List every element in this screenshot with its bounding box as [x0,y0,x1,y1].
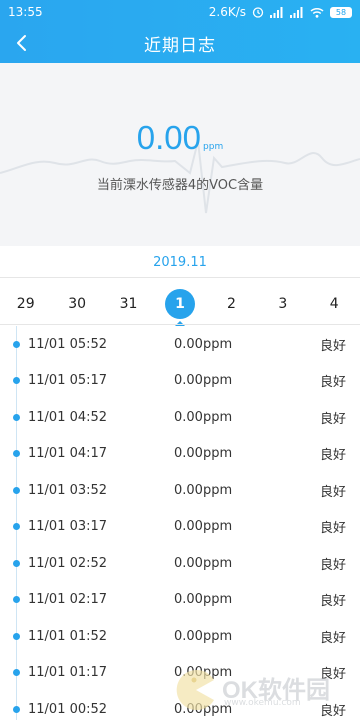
log-time: 11/01 00:52 [28,701,108,717]
date-cell[interactable]: 3 [257,284,308,324]
signal-icon [290,6,304,18]
list-item: 11/01 04:52 0.00ppm 良好 [0,399,360,436]
network-speed: 2.6K/s [208,5,246,19]
log-status: 良好 [319,557,346,573]
title-bar: 近期日志 [0,24,360,63]
date-label: 31 [119,296,138,312]
app-header: 13:55 2.6K/s 58 近期日志 [0,0,360,63]
battery-level: 58 [335,7,347,17]
status-bar: 13:55 2.6K/s 58 [0,0,360,24]
log-time: 11/01 03:52 [28,482,108,498]
current-reading-panel: 0.00 ppm 当前溧水传感器4的VOC含量 [0,63,360,246]
reading-unit: ppm [203,142,224,152]
back-button[interactable] [6,26,38,60]
reading-caption: 当前溧水传感器4的VOC含量 [96,178,264,193]
date-label: 2 [226,296,236,312]
log-time: 11/01 02:52 [28,555,108,571]
list-item: 11/01 02:17 0.00ppm 良好 [0,582,360,619]
date-label: 30 [68,296,87,312]
status-indicators: 2.6K/s 58 [209,5,352,19]
timeline-dot [13,377,20,385]
log-value: 0.00ppm [174,592,233,608]
timeline-dot [13,450,20,458]
log-value: 0.00ppm [174,482,233,498]
timeline-dot [13,596,20,604]
date-cell[interactable]: 30 [51,284,102,324]
log-status: 良好 [319,521,346,537]
list-item: 11/01 03:17 0.00ppm 良好 [0,509,360,546]
log-list[interactable]: 11/01 05:52 0.00ppm 良好 11/01 05:17 0.00ppm 良… [0,326,360,720]
list-item: 11/01 01:52 0.00ppm 良好 [0,618,360,655]
list-item: 11/01 05:52 0.00ppm 良好 [0,326,360,363]
watermark-url: www.okemu.com [224,698,301,708]
log-value: 0.00ppm [174,409,233,425]
wifi-icon [310,7,324,18]
log-status: 良好 [319,375,346,391]
log-status: 良好 [319,448,346,464]
log-value: 0.00ppm [174,628,233,644]
log-status: 良好 [319,411,346,427]
timeline-dot [13,413,20,421]
timeline-dot [13,523,20,531]
date-cell[interactable]: 29 [0,284,51,324]
timeline-dot [13,486,20,494]
log-status: 良好 [319,484,346,500]
log-value: 0.00ppm [174,519,233,535]
page-title: 近期日志 [144,36,216,56]
list-item: 11/01 04:17 0.00ppm 良好 [0,436,360,473]
log-status: 良好 [319,338,346,354]
log-time: 11/01 05:17 [28,373,108,389]
date-label: 4 [329,296,339,312]
timeline-dot [13,632,20,640]
log-value: 0.00ppm [174,373,233,389]
log-time: 11/01 01:52 [28,628,108,644]
log-value: 0.00ppm [174,555,233,571]
date-cell[interactable]: 2 [206,284,257,324]
log-status: 良好 [319,594,346,610]
alarm-icon [252,6,264,18]
divider [0,324,360,325]
date-label: 3 [278,296,288,312]
status-time: 13:55 [8,5,43,19]
date-label: 29 [16,296,35,312]
reading-display: 0.00 ppm [0,119,360,157]
date-cell[interactable]: 31 [103,284,154,324]
pacman-logo-icon [176,670,214,710]
log-time: 11/01 03:17 [28,519,108,535]
log-time: 11/01 04:52 [28,409,108,425]
signal-icon [270,6,284,18]
month-label[interactable]: 2019.11 [0,248,360,278]
timeline-dot [13,669,20,677]
list-item: 11/01 05:17 0.00ppm 良好 [0,363,360,400]
timeline-dot [13,559,20,567]
chevron-left-icon [17,35,26,51]
date-label: 1 [164,289,195,319]
log-time: 11/01 01:17 [28,665,108,681]
log-time: 11/01 04:17 [28,446,108,462]
log-status: 良好 [319,630,346,646]
log-time: 11/01 02:17 [28,592,108,608]
log-time: 11/01 05:52 [28,336,108,352]
date-cell[interactable]: 4 [309,284,360,324]
list-item: 11/01 02:52 0.00ppm 良好 [0,545,360,582]
list-item: 11/01 03:52 0.00ppm 良好 [0,472,360,509]
date-strip: 29 30 31 1 2 3 4 [0,284,360,324]
reading-value: 0.00 [136,119,202,156]
battery-icon: 58 [330,6,352,18]
watermark: OK软件园 www.okemu.com [172,666,354,714]
log-value: 0.00ppm [174,446,233,462]
timeline-dot [13,705,20,713]
log-value: 0.00ppm [174,336,233,352]
date-cell-selected[interactable]: 1 [154,284,205,324]
timeline-dot [13,340,20,348]
